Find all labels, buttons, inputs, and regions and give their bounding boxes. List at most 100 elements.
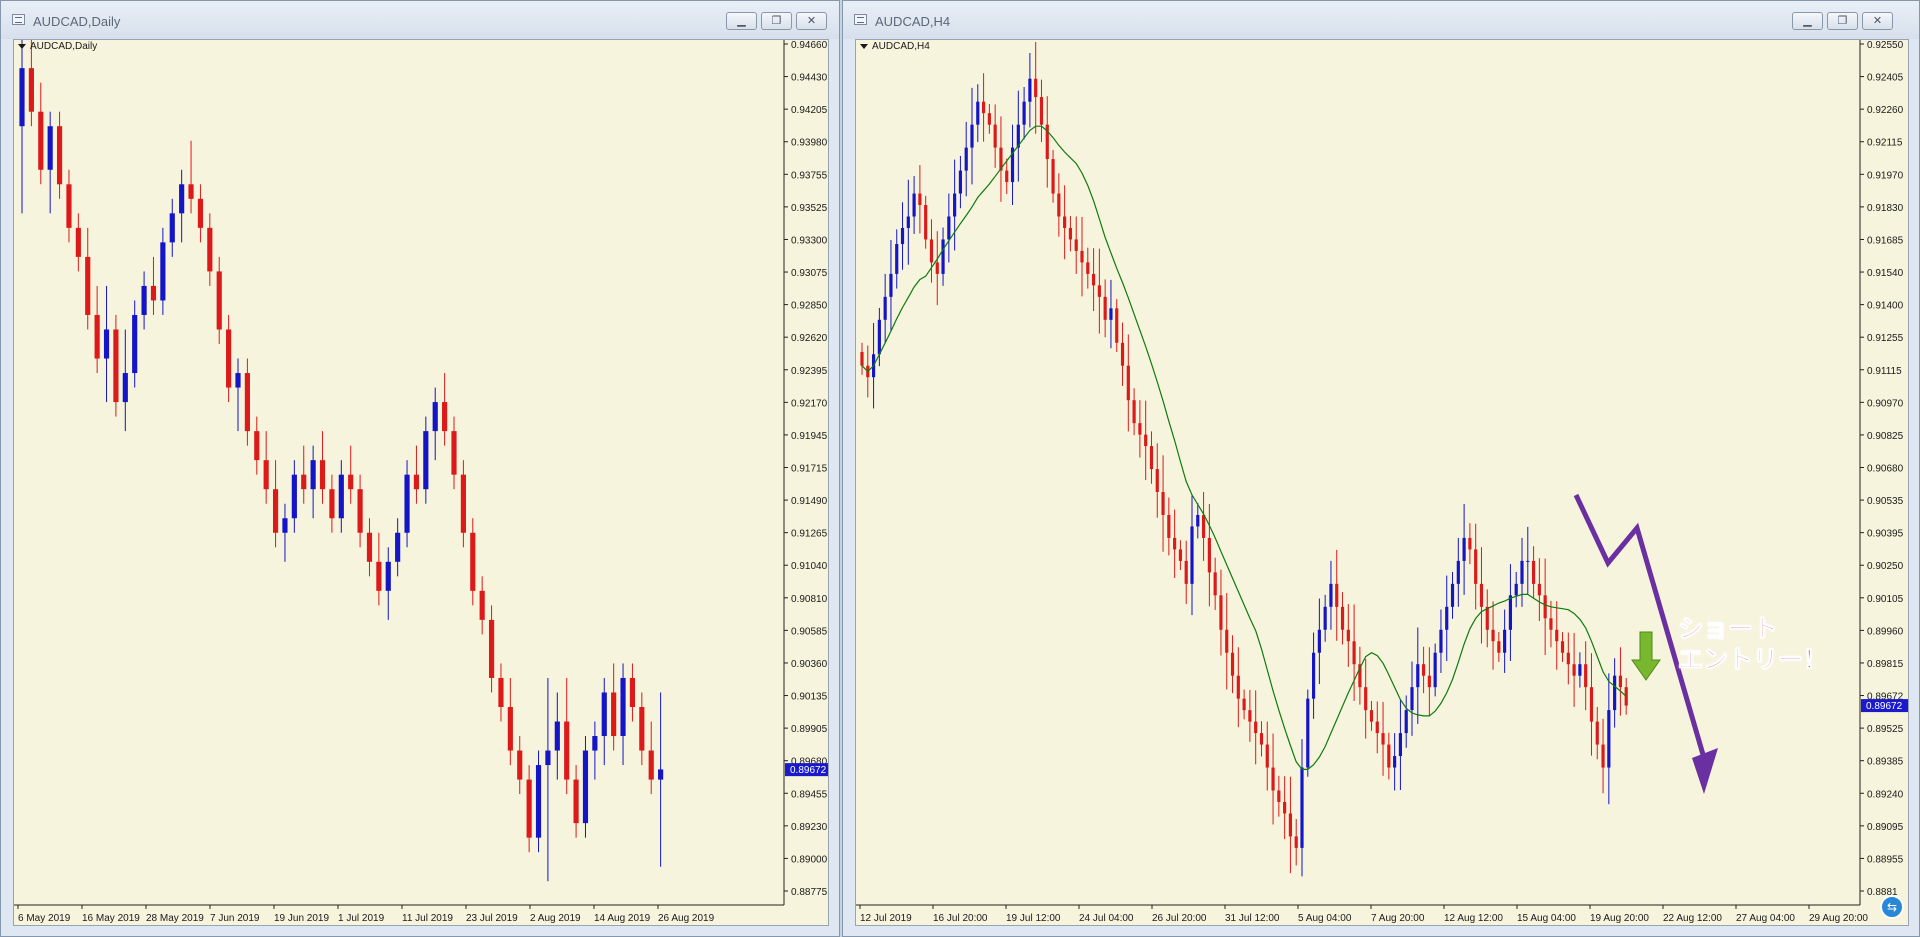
candle-body: [47, 126, 53, 170]
candle-body: [226, 329, 232, 388]
candle-body: [451, 431, 457, 475]
candle-body: [470, 532, 476, 591]
candle-body: [498, 677, 504, 707]
candle-body: [941, 239, 945, 274]
price-tick-label: 0.91970: [1867, 170, 1904, 181]
h4-chart-area[interactable]: 0.92550 0.92405 0.92260 0.92115 0.91970 0.918…: [855, 39, 1909, 926]
price-tick-label: 0.89960: [1867, 626, 1904, 637]
short-entry-annotation: ショート エントリー！: [1677, 614, 1829, 675]
candle-body: [987, 113, 991, 125]
restore-button[interactable]: ❐: [1827, 12, 1858, 30]
close-button[interactable]: ✕: [1862, 12, 1893, 30]
candle-body: [413, 474, 420, 490]
time-tick-label: 22 Aug 12:00: [1663, 913, 1722, 924]
candle-body: [1178, 549, 1183, 561]
time-tick-label: 16 May 2019: [82, 913, 140, 924]
candle-body: [545, 750, 551, 766]
daily-candlestick-chart[interactable]: 0.94660 0.94430 0.94205 0.93980 0.93755 0.935…: [14, 40, 829, 926]
candle-body: [629, 677, 636, 707]
minimize-button[interactable]: ▁: [726, 12, 757, 30]
candle-body: [1497, 641, 1501, 653]
candle-body: [1283, 801, 1287, 814]
price-tick-label: 0.91115: [1867, 366, 1902, 377]
candle-body: [883, 296, 887, 320]
candle-body: [216, 271, 222, 330]
candle-body: [1618, 675, 1623, 688]
candle-body: [1346, 629, 1350, 642]
price-tick-label: 0.91540: [1867, 268, 1904, 279]
price-tick-label: 0.88775: [791, 887, 828, 898]
candle-body: [488, 619, 495, 678]
candle-body: [1300, 767, 1304, 848]
candle-body: [1584, 664, 1588, 688]
candle-body: [1479, 583, 1484, 607]
candle-body: [1126, 365, 1130, 401]
h4-candlestick-chart[interactable]: 0.92550 0.92405 0.92260 0.92115 0.91970 0.918…: [856, 40, 1909, 926]
price-tick-label: 0.92550: [1867, 40, 1904, 51]
candle-body: [460, 474, 466, 533]
price-tick-label: 0.89815: [1867, 659, 1904, 670]
restore-button[interactable]: ❐: [761, 12, 792, 30]
h4-window-titlebar[interactable]: AUDCAD,H4 ▁ ❐ ✕: [843, 1, 1919, 39]
time-tick-label: 28 May 2019: [146, 913, 204, 924]
candle-body: [235, 373, 241, 388]
candle-body: [1369, 710, 1374, 722]
candle-body: [338, 474, 344, 519]
price-tick-label: 0.90810: [791, 594, 828, 605]
candle-body: [1364, 687, 1368, 711]
candle-body: [1555, 629, 1559, 642]
candle-body: [1034, 78, 1038, 98]
candle-body: [1149, 446, 1154, 470]
h4-chart-window[interactable]: AUDCAD,H4 ▁ ❐ ✕ 0.92550 0.92405 0.92260 0.9…: [842, 0, 1920, 937]
candle-body: [28, 68, 34, 112]
price-tick-label: 0.91685: [1867, 235, 1904, 246]
candle-body: [1115, 308, 1119, 343]
candle-body: [1057, 193, 1061, 217]
daily-chart-window[interactable]: AUDCAD,Daily ▁ ❐ ✕ 0.94660 0.94430 0.94205…: [0, 0, 840, 937]
candle-body: [648, 750, 654, 780]
close-button[interactable]: ✕: [796, 12, 827, 30]
candle-body: [1184, 560, 1188, 584]
price-tick-label: 0.89095: [1867, 822, 1904, 833]
time-tick-label: 19 Jul 12:00: [1006, 913, 1061, 924]
price-tick-label: 0.89905: [791, 724, 828, 735]
candle-body: [953, 193, 957, 217]
candle-body: [479, 590, 485, 620]
minimize-button[interactable]: ▁: [1792, 12, 1823, 30]
candle-body: [282, 518, 288, 533]
candle-body: [1271, 767, 1275, 791]
candle-body: [1526, 560, 1530, 562]
candle-body: [1508, 595, 1513, 630]
candle-body: [1097, 285, 1101, 297]
candle-body: [254, 431, 260, 461]
time-tick-label: 27 Aug 04:00: [1736, 913, 1795, 924]
candle-body: [263, 460, 269, 490]
candle-body: [1074, 239, 1078, 251]
time-tick-label: 24 Jul 04:00: [1079, 913, 1134, 924]
candle-body: [1028, 78, 1032, 102]
candle-body: [432, 402, 438, 432]
time-tick-label: 29 Aug 20:00: [1809, 913, 1868, 924]
candle-body: [981, 101, 986, 114]
daily-chart-area[interactable]: 0.94660 0.94430 0.94205 0.93980 0.93755 0.935…: [13, 39, 829, 926]
candle-body: [1254, 721, 1258, 734]
chart-shift-icon[interactable]: ⇆: [1880, 895, 1904, 919]
price-tick-label: 0.91265: [791, 529, 828, 540]
candle-body: [1543, 595, 1547, 619]
price-tick-label: 0.94660: [791, 40, 828, 51]
price-tick-label: 0.91830: [1867, 203, 1904, 214]
price-tick-label: 0.91715: [791, 464, 828, 475]
candle-body: [912, 193, 916, 217]
candle-body: [329, 489, 335, 519]
candle-body: [573, 779, 579, 824]
h4-window-title: AUDCAD,H4: [875, 14, 951, 29]
candle-body: [122, 373, 128, 403]
candle-body: [1225, 629, 1229, 653]
daily-window-titlebar[interactable]: AUDCAD,Daily ▁ ❐ ✕: [1, 1, 839, 39]
candle-body: [1566, 652, 1570, 665]
candle-body: [889, 273, 893, 297]
time-tick-label: 14 Aug 2019: [594, 913, 651, 924]
time-tick-label: 5 Aug 04:00: [1298, 913, 1352, 924]
price-tick-label: 0.93980: [791, 138, 828, 149]
price-tick-label: 0.89240: [1867, 789, 1904, 800]
